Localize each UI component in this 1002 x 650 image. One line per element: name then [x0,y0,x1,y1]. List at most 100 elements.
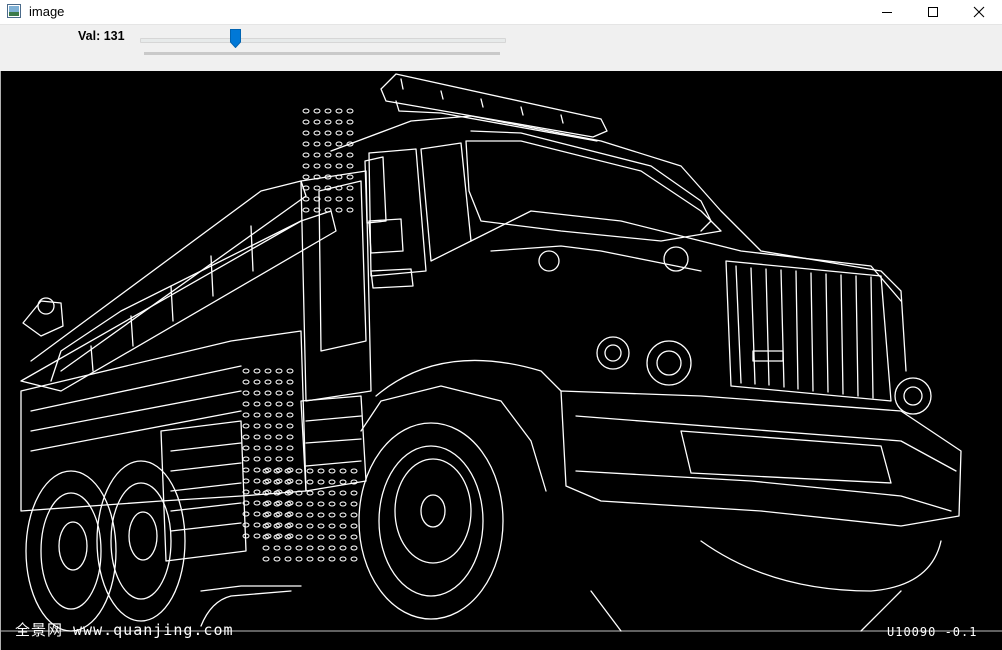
diamond-plate-dot [328,534,336,540]
diamond-plate-dot [286,456,294,462]
diamond-plate-dot [313,163,321,169]
diamond-plate-dot [253,456,261,462]
diamond-plate-dot [253,500,261,506]
window-title: image [29,4,65,19]
diamond-plate-dot [264,379,272,385]
diamond-plate-dot [253,478,261,484]
diamond-plate-dot [335,207,343,213]
diamond-plate-dot [262,534,270,540]
diamond-plate-dot [295,512,303,518]
diamond-plate-dot [306,490,314,496]
diamond-plate-dot [328,490,336,496]
diamond-plate-dot [302,141,310,147]
diamond-plate-dot [350,468,358,474]
diamond-plate-dot [324,141,332,147]
close-icon [973,6,985,18]
diamond-plate-dot [286,434,294,440]
diamond-plate-dot [275,390,283,396]
diamond-plate-dot [328,501,336,507]
diamond-plate-dot [302,119,310,125]
diamond-plate-dot [339,556,347,562]
diamond-plate-dot [302,174,310,180]
diamond-plate-dot [253,434,261,440]
diamond-plate-dot [264,390,272,396]
image-canvas: 全景网 www.quanjing.com U10090 -0.1 [0,71,1002,650]
diamond-plate-dot [313,141,321,147]
diamond-plate-dot [346,185,354,191]
diamond-plate-dot [302,152,310,158]
diamond-plate-dot [328,468,336,474]
diamond-plate-dot [306,479,314,485]
diamond-plate-dot [253,533,261,539]
title-bar: image [0,0,1002,25]
trackbar-thumb[interactable] [229,29,241,48]
diamond-plate-dot [324,119,332,125]
diamond-plate-dot [264,412,272,418]
diamond-plate-dot [306,468,314,474]
diamond-plate-dot [335,130,343,136]
diamond-plate-dot [262,545,270,551]
diamond-plate-dot [335,196,343,202]
diamond-plate-dot [306,523,314,529]
diamond-plate-dot [302,130,310,136]
diamond-plate-dot [253,445,261,451]
diamond-plate-dot [242,467,250,473]
diamond-plate-dot [313,130,321,136]
diamond-plate-dot [275,456,283,462]
diamond-plate-dot [242,423,250,429]
diamond-plate-dot [284,523,292,529]
diamond-plate-dot [302,196,310,202]
trackbar-tick-line [144,52,500,55]
diamond-plate-dot [324,196,332,202]
diamond-plate-dot [253,423,261,429]
diamond-plate-dot [275,401,283,407]
minimize-icon [882,12,892,13]
diamond-plate-dot [339,523,347,529]
diamond-plate-dot [264,456,272,462]
diamond-plate-dot [328,556,336,562]
diamond-plate-dot [306,545,314,551]
diamond-plate-dot [286,379,294,385]
diamond-plate-dot [242,379,250,385]
diamond-plate-dot [286,401,294,407]
diamond-plate-dot [264,401,272,407]
diamond-plate-dot [284,468,292,474]
diamond-plate-dot [242,434,250,440]
diamond-plate-dot [273,468,281,474]
diamond-plate-dot [273,556,281,562]
diamond-plate-dot [253,412,261,418]
diamond-plate-dot [350,545,358,551]
diamond-plate-dot [262,523,270,529]
trackbar-panel: Val: 131 [0,25,1002,71]
diamond-plate-dot [346,174,354,180]
trackbar-track[interactable] [140,38,506,43]
diamond-plate-dot [253,467,261,473]
diamond-plate-dot [328,523,336,529]
diamond-plate-dot [350,523,358,529]
diamond-plate-dot [295,556,303,562]
diamond-plate-dot [242,390,250,396]
app-window-icon [7,4,21,18]
diamond-plate-dot [286,390,294,396]
minimize-button[interactable] [864,0,910,24]
close-button[interactable] [956,0,1002,24]
diamond-plate-dot [253,511,261,517]
diamond-plate-dot [335,152,343,158]
diamond-plate-dot [262,468,270,474]
diamond-plate-dot [242,445,250,451]
diamond-plate-dot [317,490,325,496]
diamond-plate-dot [273,479,281,485]
diamond-plate-dot [350,501,358,507]
diamond-plate-dot [253,522,261,528]
diamond-plate-dot [306,501,314,507]
diamond-plate-dot [339,479,347,485]
diamond-plate-dot [313,185,321,191]
diamond-plate-dot [306,512,314,518]
diamond-plate-dot [302,207,310,213]
diamond-plate-dot [273,545,281,551]
diamond-plate-dot [339,545,347,551]
diamond-plate-dot [286,368,294,374]
diamond-plate-dot [346,152,354,158]
maximize-button[interactable] [910,0,956,24]
diamond-plate-dot [253,489,261,495]
